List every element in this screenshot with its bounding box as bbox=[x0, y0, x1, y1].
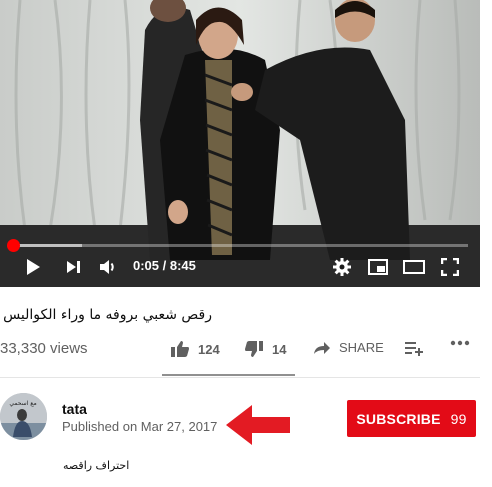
play-button[interactable] bbox=[20, 254, 46, 280]
add-to-playlist-button[interactable] bbox=[404, 340, 432, 356]
share-icon bbox=[314, 341, 330, 354]
subscriber-count: 99 bbox=[450, 410, 467, 427]
next-button[interactable] bbox=[62, 254, 86, 280]
dislike-button[interactable]: 14 bbox=[244, 340, 286, 358]
share-button[interactable]: SHARE bbox=[313, 340, 384, 355]
like-button[interactable]: 124 bbox=[170, 340, 220, 358]
video-player[interactable]: 0:05 / 8:45 bbox=[0, 0, 480, 287]
video-description: احتراف راقصه bbox=[63, 459, 130, 472]
fullscreen-icon bbox=[441, 258, 459, 276]
avatar[interactable]: مع اسحمي bbox=[0, 393, 47, 440]
playlist-add-icon bbox=[405, 342, 423, 356]
red-arrow-annotation bbox=[226, 405, 290, 445]
gear-icon bbox=[333, 258, 351, 276]
progress-scrubber[interactable] bbox=[6, 239, 20, 252]
play-icon bbox=[27, 259, 40, 275]
time-display: 0:05 / 8:45 bbox=[133, 258, 196, 273]
progress-bar[interactable] bbox=[6, 239, 468, 252]
more-actions-button[interactable] bbox=[450, 340, 478, 346]
miniplayer-icon bbox=[368, 259, 388, 275]
view-count: 33,330 views bbox=[0, 340, 88, 357]
skip-next-icon bbox=[67, 261, 80, 273]
thumbs-down-icon bbox=[245, 341, 263, 357]
sentiment-bar bbox=[162, 374, 295, 376]
avatar-text: مع اسحمي bbox=[9, 400, 36, 407]
thumbs-up-icon bbox=[171, 341, 189, 357]
more-horizontal-icon bbox=[450, 340, 470, 346]
channel-name[interactable]: tata bbox=[62, 401, 87, 417]
fullscreen-button[interactable] bbox=[438, 254, 462, 280]
video-title: رقص شعبي بروفه ما وراء الكواليس bbox=[3, 307, 212, 323]
volume-button[interactable] bbox=[96, 254, 120, 280]
miniplayer-button[interactable] bbox=[366, 254, 390, 280]
volume-icon bbox=[100, 260, 114, 274]
subscribe-button[interactable]: SUBSCRIBE 99 bbox=[347, 400, 476, 437]
subscribe-label: SUBSCRIBE bbox=[356, 410, 441, 427]
theater-mode-button[interactable] bbox=[402, 254, 426, 280]
share-label: SHARE bbox=[339, 340, 384, 355]
divider bbox=[0, 377, 480, 378]
published-date: Published on Mar 27, 2017 bbox=[62, 419, 218, 434]
settings-button[interactable] bbox=[330, 254, 354, 280]
like-count: 124 bbox=[198, 341, 220, 357]
dislike-count: 14 bbox=[272, 341, 287, 357]
theater-mode-icon bbox=[403, 260, 425, 274]
